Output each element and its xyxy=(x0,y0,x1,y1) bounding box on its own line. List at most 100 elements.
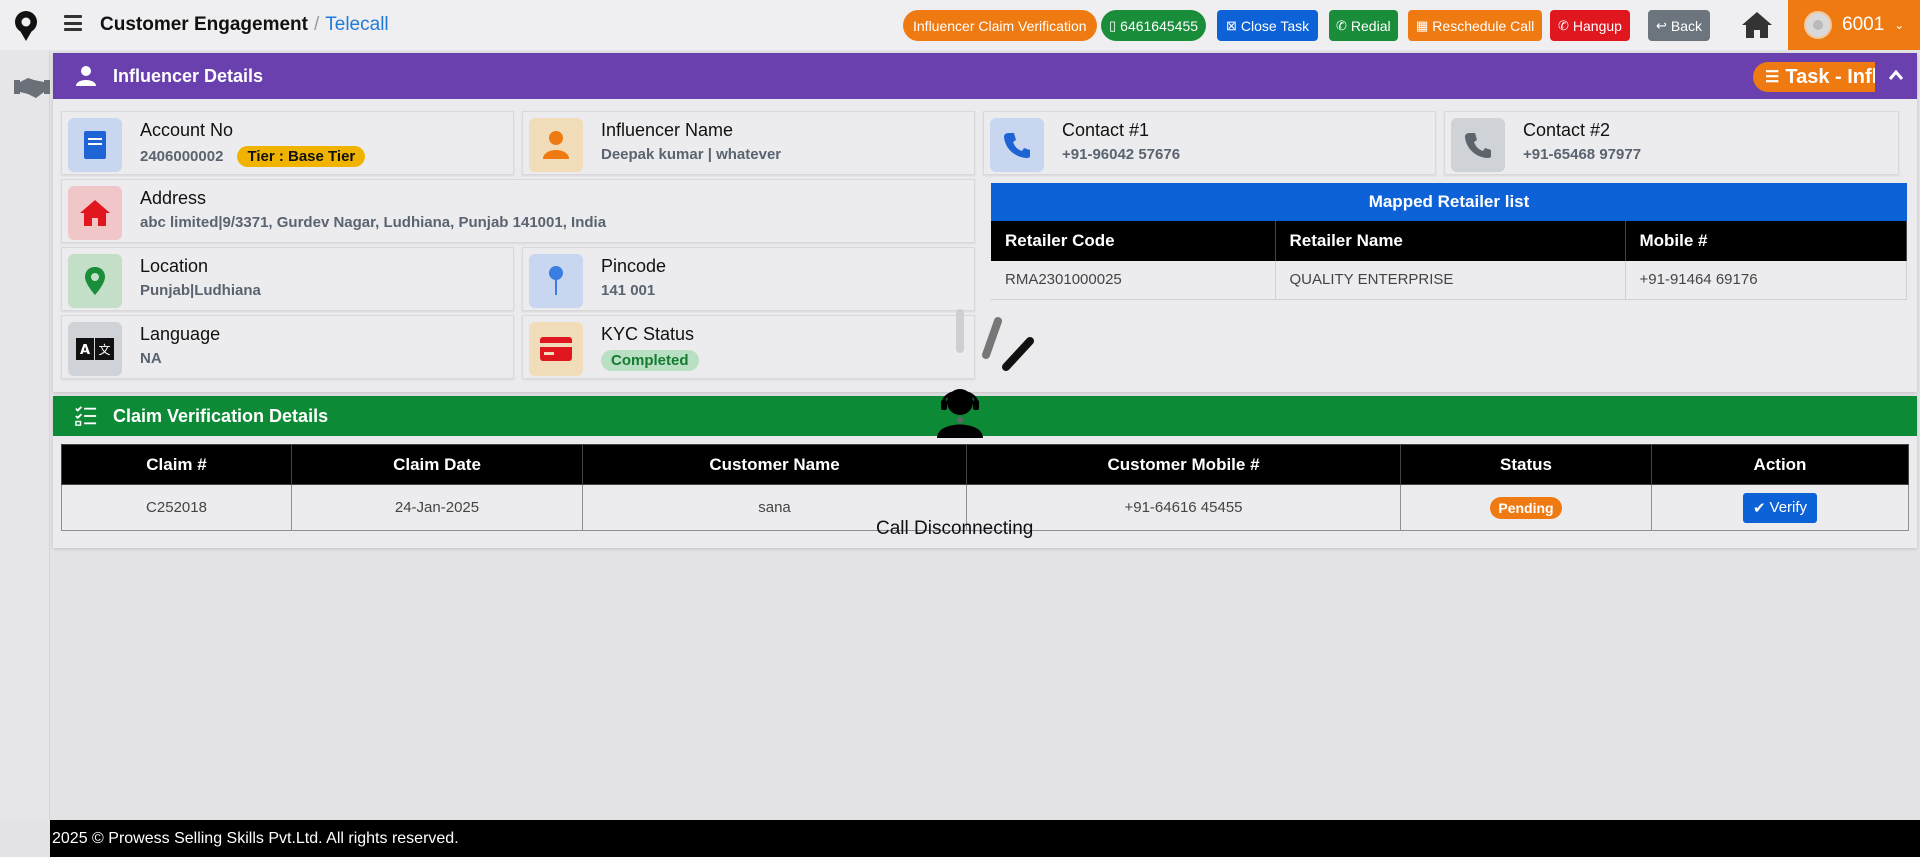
page-title: Customer Engagement xyxy=(100,14,308,35)
column-header: Action xyxy=(1651,444,1909,485)
retailer-name-cell: QUALITY ENTERPRISE xyxy=(1275,261,1626,300)
user-menu[interactable]: 6001 ⌄ xyxy=(1788,0,1920,50)
svg-text:A: A xyxy=(80,343,90,358)
influencer-details-header: Influencer Details ☰ Task - Infl xyxy=(53,53,1917,99)
pushpin-icon xyxy=(529,254,583,308)
column-header: Claim # xyxy=(61,444,292,485)
verify-button[interactable]: ✔ Verify xyxy=(1742,492,1818,523)
contact-1-card: Contact #1 +91-96042 57676 xyxy=(983,111,1436,175)
phone-redial-icon: ✆ xyxy=(1336,17,1347,33)
redial-label: Redial xyxy=(1350,17,1391,34)
chevron-down-icon: ⌄ xyxy=(1894,18,1905,32)
claim-verification-header: Claim Verification Details xyxy=(53,396,1917,436)
status-cell: Pending xyxy=(1400,484,1652,531)
menu-toggle-icon[interactable] xyxy=(64,15,82,31)
status-badge: Pending xyxy=(1490,496,1562,519)
contact-1-value[interactable]: +91-96042 57676 xyxy=(1062,146,1180,163)
retailer-mobile-cell: +91-91464 69176 xyxy=(1625,261,1907,300)
left-sidebar xyxy=(0,50,50,820)
influencer-name-value: Deepak kumar | whatever xyxy=(601,146,782,163)
tier-badge: Tier : Base Tier xyxy=(237,146,366,167)
house-icon xyxy=(68,186,122,240)
breadcrumb: Customer Engagement / Telecall xyxy=(100,14,389,36)
account-no-card: Account No 2406000002 Tier : Base Tier xyxy=(61,111,514,175)
id-card-icon xyxy=(529,322,583,376)
influencer-claim-verification-button[interactable]: Influencer Claim Verification xyxy=(903,10,1097,41)
user-icon xyxy=(76,66,96,86)
account-no-title: Account No xyxy=(140,120,234,140)
logo-icon[interactable] xyxy=(12,10,40,42)
task-label: Task - Infl xyxy=(1785,65,1875,88)
mapped-retailer-caption: Mapped Retailer list xyxy=(991,183,1907,221)
redial-button[interactable]: ✆ Redial xyxy=(1329,10,1398,41)
column-header: Claim Date xyxy=(291,444,583,485)
verify-label: Verify xyxy=(1769,499,1808,516)
language-icon: A文 xyxy=(68,322,122,376)
call-disconnecting-message: Call Disconnecting xyxy=(876,518,1034,539)
loading-spinner-icon xyxy=(956,309,1034,371)
influencer-claim-label: Influencer Claim Verification xyxy=(913,17,1087,34)
kyc-status-card: KYC Status Completed xyxy=(522,315,975,379)
kyc-status-badge: Completed xyxy=(601,350,699,371)
user-id: 6001 xyxy=(1842,14,1885,35)
mobile-icon: ▯ xyxy=(1109,17,1117,33)
address-value: abc limited|9/3371, Gurdev Nagar, Ludhia… xyxy=(140,214,607,231)
check-icon: ✔ xyxy=(1752,499,1766,517)
contact-2-card: Contact #2 +91-65468 97977 xyxy=(1444,111,1899,175)
checklist-icon xyxy=(75,406,97,426)
location-value: Punjab|Ludhiana xyxy=(140,282,261,299)
map-pin-icon xyxy=(68,254,122,308)
column-header: Status xyxy=(1400,444,1652,485)
account-no-value: 2406000002 Tier : Base Tier xyxy=(140,146,366,167)
claim-date-cell: 24-Jan-2025 xyxy=(291,484,583,531)
breadcrumb-telecall[interactable]: Telecall xyxy=(325,14,388,35)
reschedule-call-button[interactable]: ▦ Reschedule Call xyxy=(1408,10,1543,41)
retailer-code-cell: RMA2301000025 xyxy=(991,261,1276,300)
language-card: A文 Language NA xyxy=(61,315,514,379)
avatar xyxy=(1804,11,1832,39)
task-indicator[interactable]: ☰ Task - Infl xyxy=(1753,62,1875,92)
close-box-icon: ⊠ xyxy=(1226,17,1237,33)
influencer-name-title: Influencer Name xyxy=(601,120,734,140)
headset-agent-icon xyxy=(937,389,983,438)
pincode-value: 141 001 xyxy=(601,282,656,299)
close-task-label: Close Task xyxy=(1240,17,1310,34)
influencer-name-card: Influencer Name Deepak kumar | whatever xyxy=(522,111,975,175)
close-task-button[interactable]: ⊠ Close Task xyxy=(1217,10,1319,41)
language-value: NA xyxy=(140,350,162,367)
account-number: 2406000002 xyxy=(140,148,224,165)
home-icon[interactable] xyxy=(1740,10,1774,40)
claim-verification-title: Claim Verification Details xyxy=(113,405,329,426)
reschedule-label: Reschedule Call xyxy=(1432,17,1535,34)
calendar-icon: ▦ xyxy=(1416,17,1429,33)
reply-arrow-icon: ↩ xyxy=(1656,17,1667,33)
chevron-up-icon[interactable] xyxy=(1887,67,1905,85)
action-cell: ✔ Verify xyxy=(1651,484,1909,531)
svg-text:文: 文 xyxy=(98,342,110,357)
pincode-card: Pincode 141 001 xyxy=(522,247,975,311)
kyc-status-title: KYC Status xyxy=(601,324,695,344)
back-button[interactable]: ↩ Back xyxy=(1648,10,1711,41)
hangup-button[interactable]: ✆ Hangup xyxy=(1550,10,1630,41)
contact-2-title: Contact #2 xyxy=(1523,120,1611,140)
column-header: Retailer Name xyxy=(1275,221,1626,261)
address-title: Address xyxy=(140,188,207,208)
influencer-details-title: Influencer Details xyxy=(113,65,264,86)
phone-number-button[interactable]: ▯ 6461645455 xyxy=(1101,10,1207,41)
column-header: Customer Name xyxy=(582,444,967,485)
location-card: Location Punjab|Ludhiana xyxy=(61,247,514,311)
handshake-icon[interactable] xyxy=(14,74,50,100)
list-check-icon: ☰ xyxy=(1765,69,1780,86)
claim-number-cell: C252018 xyxy=(61,484,292,531)
copyright-text: 2025 © Prowess Selling Skills Pvt.Ltd. A… xyxy=(52,829,459,847)
mapped-retailer-table: Mapped Retailer list Retailer Code Retai… xyxy=(991,183,1907,300)
contact-2-value[interactable]: +91-65468 97977 xyxy=(1523,146,1641,163)
table-header-row: Claim # Claim Date Customer Name Custome… xyxy=(61,444,1909,485)
contact-1-title: Contact #1 xyxy=(1062,120,1150,140)
top-bar: Customer Engagement / Telecall Influencer … xyxy=(0,0,1920,50)
table-header-row: Retailer Code Retailer Name Mobile # xyxy=(991,221,1907,261)
table-row: RMA2301000025 QUALITY ENTERPRISE +91-914… xyxy=(991,261,1907,300)
column-header: Customer Mobile # xyxy=(966,444,1401,485)
phone-icon xyxy=(1451,118,1505,172)
hangup-label: Hangup xyxy=(1572,17,1622,34)
